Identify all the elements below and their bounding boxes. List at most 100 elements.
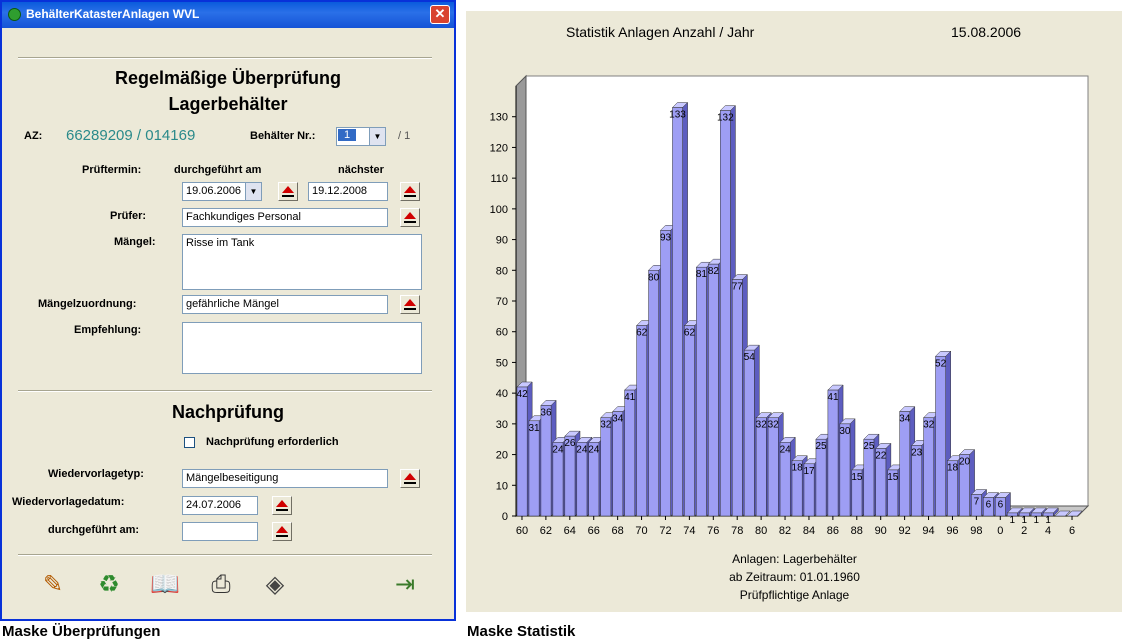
eject-button[interactable] (400, 295, 420, 314)
x-tick-label: 84 (803, 525, 815, 537)
y-tick-label: 70 (496, 296, 508, 308)
printer-icon[interactable]: ⎙ (206, 570, 236, 600)
y-tick-label: 50 (496, 357, 508, 369)
y-tick-label: 100 (490, 204, 508, 216)
book-icon[interactable]: 📖 (150, 570, 180, 600)
caption-left: Maske Überprüfungen (2, 623, 161, 640)
eject-button[interactable] (278, 182, 298, 201)
bar-value-label: 6 (998, 500, 1004, 511)
bar-value-label: 25 (863, 441, 875, 452)
nach-durchgefuehrt-field[interactable] (182, 522, 258, 541)
x-tick-label: 88 (851, 525, 863, 537)
bar-value-label: 17 (803, 466, 815, 477)
bar-value-label: 1 (1010, 515, 1016, 526)
bar-value-label: 32 (600, 420, 612, 431)
bar-value-label: 32 (756, 420, 768, 431)
nachpruefung-checkbox[interactable] (184, 437, 195, 448)
wiedervorlagetyp-label: Wiedervorlagetyp: (48, 468, 144, 480)
x-tick-label: 82 (779, 525, 791, 537)
pruefer-field[interactable]: Fachkundiges Personal (182, 208, 388, 227)
durchgefuehrt-label: durchgeführt am (174, 164, 262, 176)
y-tick-label: 130 (490, 112, 508, 124)
bar (540, 405, 552, 517)
eject-button[interactable] (400, 208, 420, 227)
y-tick-label: 40 (496, 388, 508, 400)
y-tick-label: 90 (496, 235, 508, 247)
x-tick-label: 90 (875, 525, 887, 537)
bar-value-label: 24 (576, 444, 588, 455)
naechster-date-field[interactable]: 19.12.2008 (308, 182, 388, 201)
bar-value-label: 23 (911, 447, 923, 458)
empfehlung-textarea[interactable] (182, 322, 422, 374)
behaelter-label: Behälter Nr.: (250, 130, 316, 142)
x-tick-label: 78 (731, 525, 743, 537)
bar-value-label: 132 (717, 113, 734, 124)
wiedervorlagedatum-field[interactable]: 24.07.2006 (182, 496, 258, 515)
bar (516, 386, 528, 517)
trash-icon[interactable]: ♻ (94, 570, 124, 600)
chevron-down-icon[interactable]: ▼ (369, 128, 385, 145)
y-tick-label: 80 (496, 265, 508, 277)
bar-value-label: 31 (528, 423, 540, 434)
x-tick-label: 74 (683, 525, 695, 537)
bar-value-label: 30 (839, 426, 851, 437)
bar-value-label: 41 (624, 392, 636, 403)
divider (18, 390, 432, 392)
x-tick-label: 94 (922, 525, 934, 537)
x-tick-label: 98 (970, 525, 982, 537)
behaelter-select[interactable]: 1 ▼ (336, 127, 386, 146)
eject-button[interactable] (400, 182, 420, 201)
bar-value-label: 81 (696, 269, 708, 280)
bar-value-label: 24 (588, 444, 600, 455)
chart-date: 15.08.2006 (951, 24, 1022, 40)
caption-right: Maske Statistik (467, 623, 576, 640)
close-button[interactable]: ✕ (430, 5, 450, 24)
zuordnung-label: Mängelzuordnung: (38, 298, 137, 310)
eject-button[interactable] (400, 469, 420, 488)
app-icon (8, 8, 21, 21)
x-tick-label: 0 (997, 525, 1003, 537)
pruefer-label: Prüfer: (110, 210, 147, 222)
durchgefuehrt-date-picker[interactable]: 19.06.2006 ▼ (182, 182, 262, 201)
bar-value-label: 26 (564, 438, 576, 449)
bar-value-label: 62 (684, 328, 696, 339)
y-tick-label: 30 (496, 419, 508, 431)
wiedervorlagetyp-field[interactable]: Mängelbeseitigung (182, 469, 388, 488)
pencil-icon[interactable]: ✎ (38, 570, 68, 600)
maengel-textarea[interactable]: Risse im Tank (182, 234, 422, 290)
eraser-icon[interactable]: ◈ (260, 570, 290, 600)
chevron-down-icon[interactable]: ▼ (245, 183, 261, 200)
bar (528, 420, 540, 517)
exit-door-icon[interactable]: ⇥ (390, 570, 420, 600)
bar-value-label: 82 (708, 266, 720, 277)
bar (767, 417, 779, 517)
x-tick-label: 66 (588, 525, 600, 537)
bar (636, 325, 647, 517)
bar (827, 389, 839, 517)
prueftermin-label: Prüftermin: (82, 164, 142, 176)
y-tick-label: 60 (496, 327, 508, 339)
bar (672, 107, 683, 517)
maengel-label: Mängel: (114, 236, 156, 248)
bar-value-label: 54 (744, 352, 756, 363)
bar-chart: 0102030405060708090100110120130423136242… (490, 74, 1090, 537)
bar-value-label: 42 (517, 389, 529, 400)
bar-value-label: 80 (648, 272, 660, 283)
x-tick-label: 92 (898, 525, 910, 537)
eject-button[interactable] (272, 496, 292, 515)
behaelter-value: 1 (338, 129, 357, 141)
wiedervorlagedatum-label: Wiedervorlagedatum: (12, 496, 125, 508)
x-tick-label: 60 (516, 525, 528, 537)
eject-button[interactable] (272, 522, 292, 541)
bar-value-label: 41 (827, 392, 839, 403)
bar (600, 417, 612, 517)
empfehlung-label: Empfehlung: (74, 324, 142, 336)
zuordnung-field[interactable]: gefährliche Mängel (182, 295, 388, 314)
bar-value-label: 24 (552, 444, 564, 455)
form-heading-line2: Lagerbehälter (168, 94, 288, 114)
bar (755, 417, 767, 517)
title-bar[interactable]: BehälterKatasterAnlagen WVL ✕ (2, 2, 454, 28)
bar-value-label: 34 (612, 414, 624, 425)
bar-value-label: 93 (660, 232, 672, 243)
bar-value-label: 6 (986, 500, 992, 511)
